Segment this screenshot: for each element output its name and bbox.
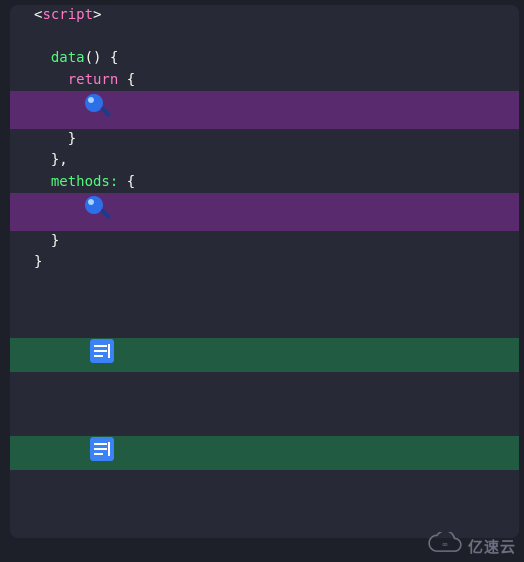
code-line-blank bbox=[10, 393, 519, 415]
watermark-text: 亿速云 bbox=[468, 536, 516, 557]
code-line: data() { bbox=[10, 48, 519, 70]
angle-close: > bbox=[93, 7, 101, 23]
brace-token: { bbox=[101, 50, 118, 66]
brace-token: }, bbox=[51, 152, 68, 168]
code-line: } bbox=[10, 129, 519, 151]
brace-token: } bbox=[34, 254, 42, 270]
script-tag-token: script bbox=[42, 7, 93, 23]
highlighted-line-green bbox=[10, 436, 519, 470]
code-line-blank bbox=[10, 513, 519, 535]
code-line: <script> bbox=[10, 5, 519, 27]
code-line: } bbox=[10, 252, 519, 274]
code-line-blank bbox=[10, 274, 519, 296]
watermark: ∞ 亿速云 bbox=[426, 532, 516, 560]
code-line: } bbox=[10, 231, 519, 253]
code-line-blank bbox=[10, 491, 519, 513]
document-icon bbox=[89, 338, 115, 372]
highlighted-line-purple bbox=[10, 193, 519, 231]
brace-token: { bbox=[118, 72, 135, 88]
brace-token: { bbox=[118, 174, 135, 190]
code-line: }, bbox=[10, 150, 519, 172]
methods-prop-token: methods: bbox=[51, 174, 118, 190]
code-line-blank bbox=[10, 415, 519, 437]
data-fn-token: data bbox=[51, 50, 85, 66]
code-line-blank bbox=[10, 295, 519, 317]
return-kw-token: return bbox=[68, 72, 119, 88]
code-editor[interactable]: <script> data() { return { } }, methods:… bbox=[10, 5, 519, 538]
cloud-icon: ∞ bbox=[426, 532, 464, 560]
highlighted-line-purple bbox=[10, 91, 519, 129]
magnifier-icon bbox=[82, 91, 112, 129]
svg-text:∞: ∞ bbox=[442, 540, 447, 550]
code-line: return { bbox=[10, 70, 519, 92]
brace-token: } bbox=[68, 131, 76, 147]
code-line: methods: { bbox=[10, 172, 519, 194]
code-line-blank bbox=[10, 317, 519, 339]
brace-token: } bbox=[51, 233, 59, 249]
code-line-blank bbox=[10, 372, 519, 394]
code-line-blank bbox=[10, 27, 519, 49]
document-icon bbox=[89, 436, 115, 470]
magnifier-icon bbox=[82, 193, 112, 231]
parens-token: () bbox=[85, 50, 102, 66]
code-line-blank bbox=[10, 470, 519, 492]
highlighted-line-green bbox=[10, 338, 519, 372]
